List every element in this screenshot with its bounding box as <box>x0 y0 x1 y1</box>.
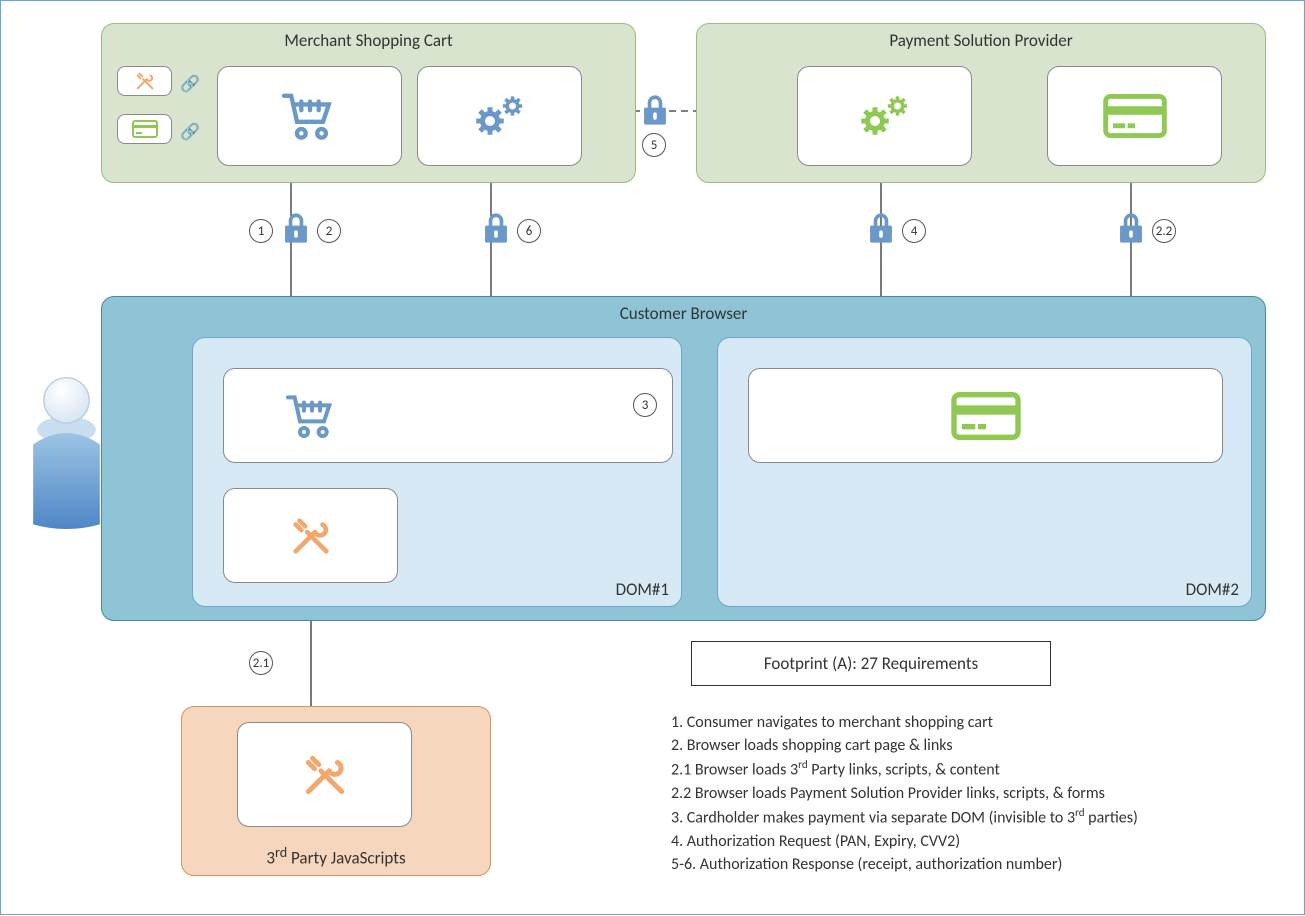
provider-gears-card <box>797 66 972 166</box>
person-icon <box>19 371 114 531</box>
step-2-1: 2.1 <box>249 651 273 675</box>
lock-icon <box>479 211 513 245</box>
tools-icon <box>300 750 350 800</box>
dom1-label: DOM#1 <box>616 579 669 600</box>
merchant-gears-card <box>417 66 582 166</box>
merchant-title: Merchant Shopping Cart <box>102 30 635 51</box>
gears-icon <box>470 90 530 142</box>
legend-item: 3. Cardholder makes payment via separate… <box>671 805 1289 830</box>
lock-icon <box>638 93 672 127</box>
diagram-canvas: Merchant Shopping Cart 🔗 🔗 <box>0 0 1305 915</box>
footprint-box: Footprint (A): 27 Requirements <box>691 641 1051 686</box>
legend-item: 2.2 Browser loads Payment Solution Provi… <box>671 782 1289 805</box>
gears-icon <box>855 90 915 142</box>
legend-item: 1. Consumer navigates to merchant shoppi… <box>671 711 1289 734</box>
step-2: 2 <box>317 219 341 243</box>
merchant-box: Merchant Shopping Cart 🔗 🔗 <box>101 23 636 183</box>
legend-item: 2.1 Browser loads 3rd Party links, scrip… <box>671 757 1289 782</box>
legend-item: 2. Browser loads shopping cart page & li… <box>671 734 1289 757</box>
dom1: DOM#1 <box>192 337 682 607</box>
credit-card-icon <box>1100 94 1170 138</box>
cart-icon <box>284 392 340 440</box>
lock-icon <box>279 211 313 245</box>
legend-item: 5-6. Authorization Response (receipt, au… <box>671 853 1289 876</box>
dom2-card-card <box>748 368 1223 463</box>
dom1-tools-card <box>223 488 398 583</box>
dom2-label: DOM#2 <box>1186 579 1239 600</box>
link-icon: 🔗 <box>180 122 198 142</box>
step-1: 1 <box>249 219 273 243</box>
step-3: 3 <box>633 393 657 417</box>
credit-card-icon <box>132 120 158 138</box>
legend-item: 4. Authorization Request (PAN, Expiry, C… <box>671 830 1289 853</box>
browser-title: Customer Browser <box>102 303 1265 324</box>
thirdparty-tools-card <box>237 722 412 827</box>
provider-title: Payment Solution Provider <box>697 30 1265 51</box>
cart-icon <box>280 90 340 142</box>
thirdparty-title: 3rd Party JavaScripts <box>182 844 490 869</box>
dom1-cart-card <box>223 368 673 463</box>
tools-icon <box>288 513 334 559</box>
step-4: 4 <box>902 219 926 243</box>
step-6: 6 <box>517 219 541 243</box>
step-5: 5 <box>642 133 666 157</box>
provider-box: Payment Solution Provider <box>696 23 1266 183</box>
dom2: DOM#2 <box>717 337 1252 607</box>
lock-icon <box>864 211 898 245</box>
legend-list: 1. Consumer navigates to merchant shoppi… <box>671 711 1289 876</box>
link-icon: 🔗 <box>180 74 198 94</box>
thirdparty-box: 3rd Party JavaScripts <box>181 706 491 876</box>
tools-icon <box>134 70 156 92</box>
merchant-legend-card <box>117 114 172 144</box>
browser-box: Customer Browser <box>101 296 1266 621</box>
merchant-legend-tools <box>117 66 172 96</box>
lock-icon <box>1114 211 1148 245</box>
merchant-cart-card <box>217 66 402 166</box>
credit-card-icon <box>948 392 1024 440</box>
step-2-2: 2.2 <box>1152 219 1176 243</box>
provider-card-card <box>1047 66 1222 166</box>
